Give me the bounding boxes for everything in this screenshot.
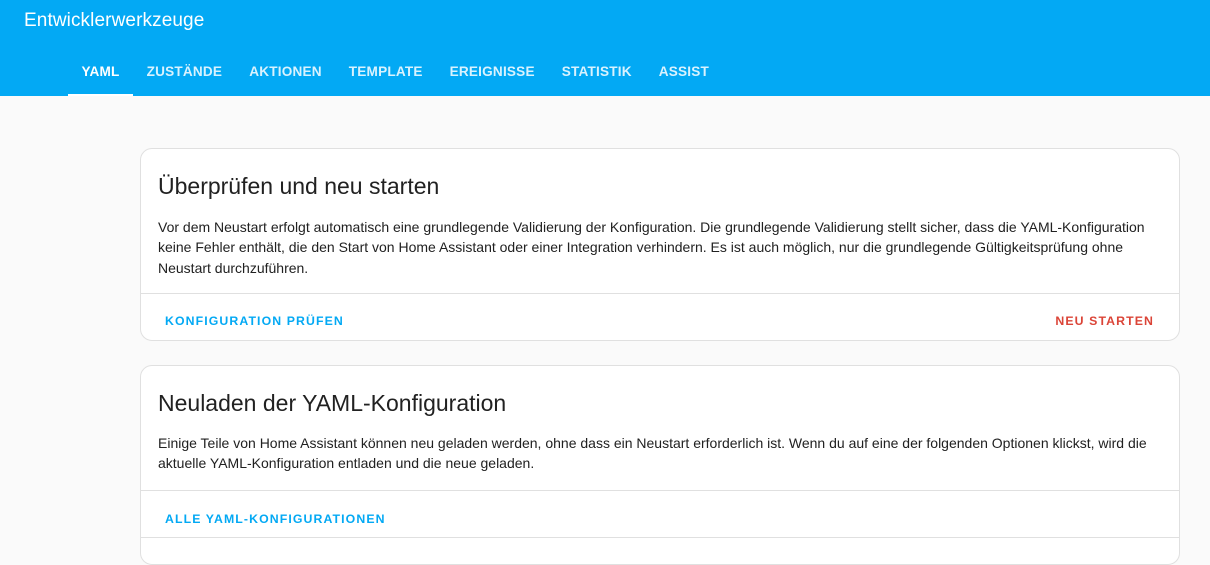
tab-bar: YAML ZUSTÄNDE AKTIONEN TEMPLATE EREIGNIS… — [68, 48, 723, 96]
tab-yaml[interactable]: YAML — [68, 48, 134, 96]
tab-actions[interactable]: AKTIONEN — [236, 48, 336, 96]
reload-yaml-card: Neuladen der YAML-Konfiguration Einige T… — [140, 365, 1180, 565]
app-header: Entwicklerwerkzeuge YAML ZUSTÄNDE AKTION… — [0, 0, 1210, 96]
tab-states[interactable]: ZUSTÄNDE — [133, 48, 236, 96]
card-divider — [141, 490, 1179, 491]
card-description: Einige Teile von Home Assistant können n… — [158, 435, 1147, 472]
check-config-button[interactable]: KONFIGURATION PRÜFEN — [157, 309, 352, 333]
tab-events[interactable]: EREIGNISSE — [436, 48, 548, 96]
tab-template[interactable]: TEMPLATE — [335, 48, 436, 96]
tab-statistics[interactable]: STATISTIK — [548, 48, 645, 96]
card-title: Neuladen der YAML-Konfiguration — [158, 390, 507, 416]
page-title: Entwicklerwerkzeuge — [24, 10, 205, 31]
tab-assist[interactable]: ASSIST — [645, 48, 722, 96]
restart-button[interactable]: NEU STARTEN — [1047, 309, 1162, 333]
check-restart-card: Überprüfen und neu starten Vor dem Neust… — [140, 148, 1180, 341]
card-title: Überprüfen und neu starten — [158, 173, 440, 199]
reload-all-yaml-button[interactable]: ALLE YAML-KONFIGURATIONEN — [157, 507, 394, 531]
card-divider — [141, 293, 1179, 294]
card-divider — [141, 537, 1179, 538]
card-description: Vor dem Neustart erfolgt automatisch ein… — [158, 219, 1145, 276]
